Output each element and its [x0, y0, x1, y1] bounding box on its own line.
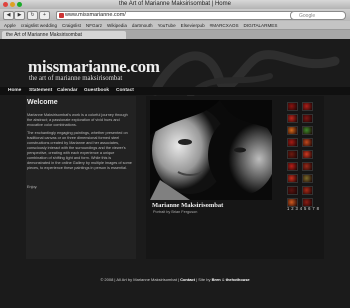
photo-caption: Portrait by Brian Ferguson — [153, 210, 198, 214]
nav-guestbook[interactable]: Guestbook — [84, 88, 109, 93]
browser-toolbar: ◀ ▶ ↻ + www.missmarianne.com/ Google — [0, 9, 350, 21]
bookmark-item[interactable]: NFGarz — [86, 23, 102, 28]
site-favicon-icon — [59, 13, 64, 18]
bookmark-item[interactable]: Craigslist — [62, 23, 81, 28]
search-input[interactable]: Google — [290, 11, 346, 20]
footer-contact-link[interactable]: Contact — [180, 277, 195, 282]
address-bar-url: www.missmarianne.com/ — [65, 12, 126, 18]
pager-page-1[interactable]: 1 — [287, 206, 290, 211]
gallery-thumbnail[interactable] — [302, 186, 313, 195]
gallery-thumbnail[interactable] — [302, 174, 313, 183]
welcome-paragraph-2: The enchantingly engaging paintings, whe… — [27, 131, 132, 170]
window-title: the Art of Marianne Maksirisombat | Home — [119, 1, 231, 7]
bookmarks-bar: Apple craigslist wedding Craigslist NFGarz W… — [0, 21, 350, 30]
welcome-paragraph-1: Marianne Maksirisombat's work is a color… — [27, 113, 128, 127]
window-titlebar: the Art of Marianne Maksirisombat | Home — [0, 0, 350, 9]
bookmark-item[interactable]: Elsevierpub — [181, 23, 205, 28]
artist-portrait-photo — [150, 100, 272, 200]
site-footer: © 2008 | All Art by Marianne Maksirisomb… — [0, 277, 350, 282]
welcome-heading: Welcome — [27, 99, 58, 106]
gallery-thumbnail[interactable] — [287, 150, 298, 159]
bookmark-item[interactable]: #MARCXAOS — [210, 23, 239, 28]
add-bookmark-button[interactable]: + — [39, 11, 50, 20]
gallery-pager: 12345678 — [287, 206, 321, 211]
address-bar[interactable]: www.missmarianne.com/ — [56, 11, 294, 20]
nav-contact[interactable]: Contact — [116, 88, 134, 93]
gallery-thumbnail[interactable] — [287, 174, 298, 183]
site-tagline: the art of marianne maksirisombat — [29, 75, 123, 82]
gallery-thumbnail[interactable] — [287, 186, 298, 195]
gallery-thumbnail[interactable] — [302, 162, 313, 171]
welcome-paragraph-3: Enjoy. — [27, 185, 38, 189]
reload-button[interactable]: ↻ — [27, 11, 38, 20]
pager-page-2[interactable]: 2 — [291, 206, 294, 211]
pager-page-6[interactable]: 6 — [308, 206, 311, 211]
gallery-thumbnail[interactable] — [302, 150, 313, 159]
artist-name: Marianne Maksirisombat — [152, 202, 224, 209]
bookmark-item[interactable]: craigslist wedding — [21, 23, 57, 28]
tab-bar: the Art of Marianne Maksirisombat — [0, 30, 350, 39]
nav-statement[interactable]: Statement — [29, 88, 52, 93]
footer-hothouse-link[interactable]: thehothouse — [226, 277, 250, 282]
back-button[interactable]: ◀ — [3, 11, 14, 20]
bookmark-item[interactable]: YouTube — [158, 23, 176, 28]
bookmark-item[interactable]: Apple — [4, 23, 16, 28]
pager-page-3[interactable]: 3 — [295, 206, 298, 211]
footer-site-by: | Site by — [196, 277, 211, 282]
bookmark-item[interactable]: DIGITALARMES — [244, 23, 278, 28]
site-nav: Home Statement Calendar Guestbook Contac… — [0, 87, 350, 95]
pager-page-4[interactable]: 4 — [300, 206, 303, 211]
forward-button[interactable]: ▶ — [14, 11, 25, 20]
gallery-thumbnail[interactable] — [302, 114, 313, 123]
gallery-thumbnail[interactable] — [287, 162, 298, 171]
nav-home[interactable]: Home — [8, 88, 21, 93]
gallery-thumbnail[interactable] — [287, 114, 298, 123]
gallery-thumbnail[interactable] — [287, 102, 298, 111]
gallery-thumbnails — [287, 102, 313, 207]
bookmark-item[interactable]: Wikipedia — [107, 23, 127, 28]
tab-active[interactable]: the Art of Marianne Maksirisombat — [2, 31, 126, 39]
gallery-thumbnail[interactable] — [302, 126, 313, 135]
pager-page-8[interactable]: 8 — [317, 206, 320, 211]
page-content: missmarianne.com the art of marianne mak… — [0, 39, 350, 308]
site-logo[interactable]: missmarianne.com — [28, 57, 160, 77]
footer-author-link[interactable]: Bren — [212, 277, 221, 282]
gallery-thumbnail[interactable] — [302, 102, 313, 111]
gallery-thumbnail[interactable] — [287, 138, 298, 147]
footer-copyright: © 2008 | All Art by Marianne Maksirisomb… — [100, 277, 179, 282]
nav-calendar[interactable]: Calendar — [57, 88, 78, 93]
pager-page-5[interactable]: 5 — [304, 206, 307, 211]
bookmark-item[interactable]: dartmouth — [132, 23, 153, 28]
search-placeholder: Google — [299, 13, 316, 19]
gallery-thumbnail[interactable] — [287, 126, 298, 135]
gallery-thumbnail[interactable] — [302, 138, 313, 147]
pager-page-7[interactable]: 7 — [312, 206, 315, 211]
